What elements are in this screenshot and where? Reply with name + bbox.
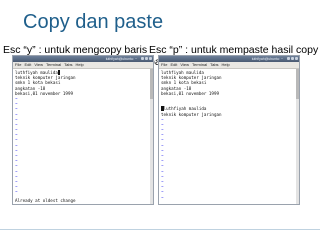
empty-line-marker: ~ [15,189,18,195]
terminal-titlebar[interactable]: luthfiyah@ubuntu: ~ [13,56,153,62]
menu-edit[interactable]: Edit [170,62,177,68]
scrollbar[interactable] [296,69,299,204]
scrollbar[interactable] [150,69,153,204]
menu-help[interactable]: Help [76,62,84,68]
menu-bar: File Edit View Terminal Tabs Help [159,62,299,69]
close-icon[interactable] [149,57,152,60]
menu-terminal[interactable]: Terminal [192,62,207,68]
slide-divider [0,229,320,230]
menu-view[interactable]: View [34,62,43,68]
scrollbar-thumb[interactable] [296,69,299,99]
maximize-icon[interactable] [291,57,294,60]
editor-text-area[interactable]: luthfiyah maulida teknik komputer jaring… [159,69,299,201]
terminal-titlebar[interactable]: luthfiyah@ubuntu: ~ [159,56,299,62]
close-icon[interactable] [295,57,298,60]
menu-view[interactable]: View [180,62,189,68]
status-message: Already at oldest change [15,198,76,203]
menu-file[interactable]: File [15,62,21,68]
menu-help[interactable]: Help [222,62,230,68]
menu-terminal[interactable]: Terminal [46,62,61,68]
window-title: luthfiyah@ubuntu: ~ [105,57,137,61]
editor-text-area[interactable]: luthfiyah maulida teknik komputer jaring… [13,69,153,196]
scrollbar-thumb[interactable] [150,69,153,99]
menu-tabs[interactable]: Tabs [64,62,72,68]
text-cursor [57,70,61,75]
minimize-icon[interactable] [141,57,144,60]
menu-file[interactable]: File [161,62,167,68]
menu-edit[interactable]: Edit [24,62,31,68]
empty-line-marker: ~ [161,194,164,200]
window-title: luthfiyah@ubuntu: ~ [251,57,283,61]
terminal-window-left[interactable]: luthfiyah@ubuntu: ~ File Edit View Termi… [12,55,154,205]
menu-bar: File Edit View Terminal Tabs Help [13,62,153,69]
terminal-window-right[interactable]: luthfiyah@ubuntu: ~ File Edit View Termi… [158,55,300,205]
menu-tabs[interactable]: Tabs [210,62,218,68]
maximize-icon[interactable] [145,57,148,60]
slide-title: Copy dan paste [23,11,164,33]
minimize-icon[interactable] [287,57,290,60]
